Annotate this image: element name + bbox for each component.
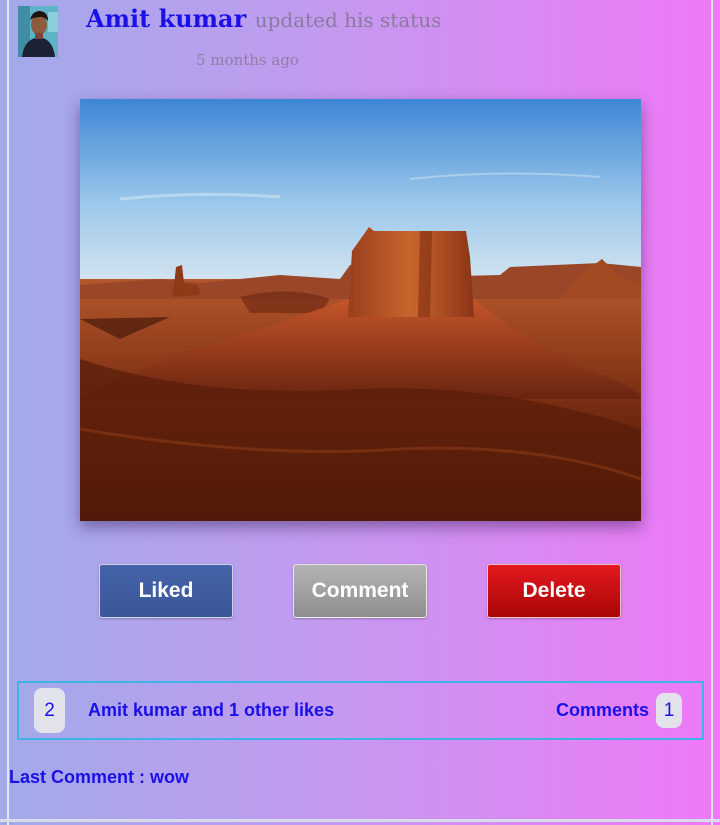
last-comment-text: Last Comment : wow <box>9 767 190 787</box>
post-action-text: updated his status <box>254 8 442 32</box>
comments-link[interactable]: Comments <box>556 700 649 721</box>
post-photo[interactable] <box>80 99 641 521</box>
likes-count-badge: 2 <box>34 688 65 733</box>
post-stats-bar: 2 Amit kumar and 1 other likes Comments … <box>17 681 704 740</box>
liked-button[interactable]: Liked <box>99 564 233 618</box>
frame-right-border <box>711 0 713 825</box>
avatar[interactable] <box>18 6 58 57</box>
author-name-link[interactable]: Amit kumar <box>86 4 246 33</box>
comment-button[interactable]: Comment <box>293 564 427 618</box>
post-timestamp: 5 months ago <box>196 51 299 69</box>
comments-count-badge: 1 <box>656 693 682 728</box>
frame-bottom-divider <box>0 819 720 822</box>
likes-summary-link[interactable]: Amit kumar and 1 other likes <box>88 700 334 721</box>
post-header: Amit kumar updated his status <box>86 4 441 33</box>
delete-button[interactable]: Delete <box>487 564 621 618</box>
frame-left-border <box>7 0 9 825</box>
